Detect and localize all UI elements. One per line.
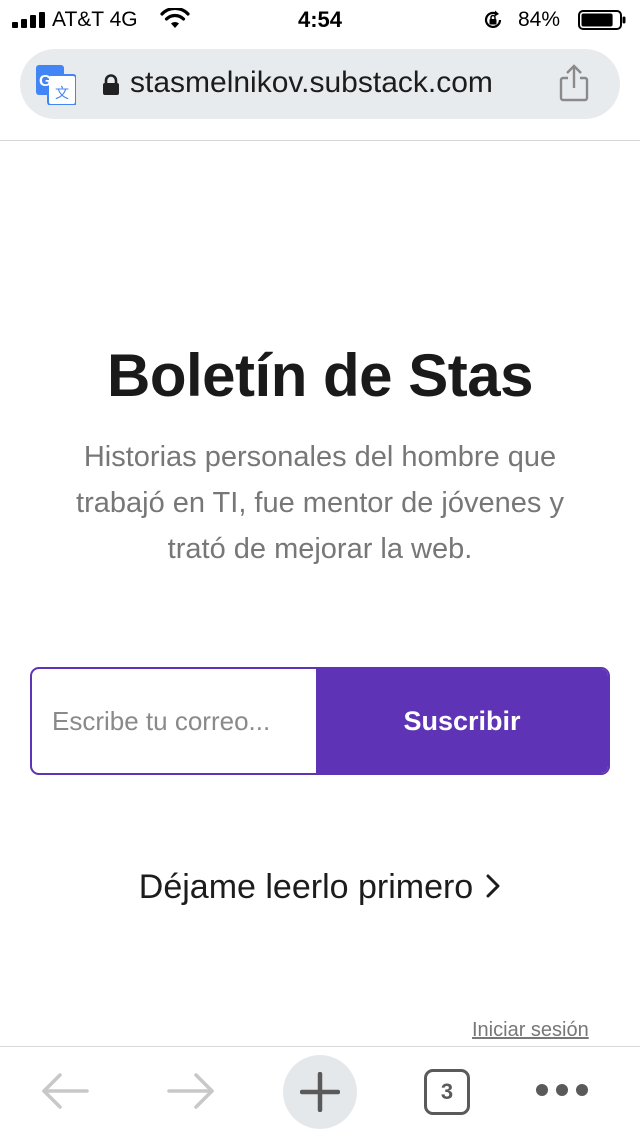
new-tab-button[interactable] bbox=[283, 1055, 357, 1129]
svg-text:G: G bbox=[39, 73, 51, 90]
bottom-toolbar: 3 bbox=[0, 1046, 640, 1136]
translate-icon[interactable]: G 文 bbox=[36, 65, 76, 105]
subscribe-button[interactable]: Suscribir bbox=[316, 669, 608, 773]
chevron-right-icon bbox=[486, 874, 500, 898]
svg-text:文: 文 bbox=[55, 86, 69, 102]
lock-icon bbox=[103, 74, 119, 95]
rotation-lock-icon bbox=[484, 10, 502, 29]
back-icon[interactable] bbox=[40, 1071, 90, 1111]
address-bar[interactable]: G 文 stasmelnikov.substack.com bbox=[20, 49, 620, 119]
tabs-icon[interactable]: 3 bbox=[424, 1069, 470, 1115]
page-description: Historias personales del hombre que trab… bbox=[76, 441, 564, 565]
battery-icon bbox=[578, 10, 626, 30]
divider bbox=[0, 140, 640, 141]
new-tab-icon bbox=[300, 1072, 340, 1112]
email-input[interactable] bbox=[32, 669, 316, 773]
page-title: Boletín de Stas bbox=[107, 342, 533, 409]
more-icon[interactable] bbox=[534, 1081, 590, 1099]
login-link[interactable]: Iniciar sesión bbox=[472, 1018, 589, 1042]
forward-icon[interactable] bbox=[166, 1071, 216, 1111]
status-bar: AT&T 4G 4:54 84% bbox=[0, 0, 640, 40]
subscribe-form: Suscribir bbox=[30, 667, 610, 775]
read-first-link[interactable]: Déjame leerlo primero bbox=[0, 866, 640, 908]
screen: AT&T 4G 4:54 84% G 文 stasmelnikov.substa… bbox=[0, 0, 640, 1136]
url-text[interactable]: stasmelnikov.substack.com bbox=[130, 64, 493, 102]
read-first-label: Déjame leerlo primero bbox=[138, 868, 474, 906]
tab-count: 3 bbox=[440, 1079, 454, 1104]
share-icon[interactable] bbox=[558, 64, 590, 102]
battery-percent: 84% bbox=[518, 8, 561, 31]
